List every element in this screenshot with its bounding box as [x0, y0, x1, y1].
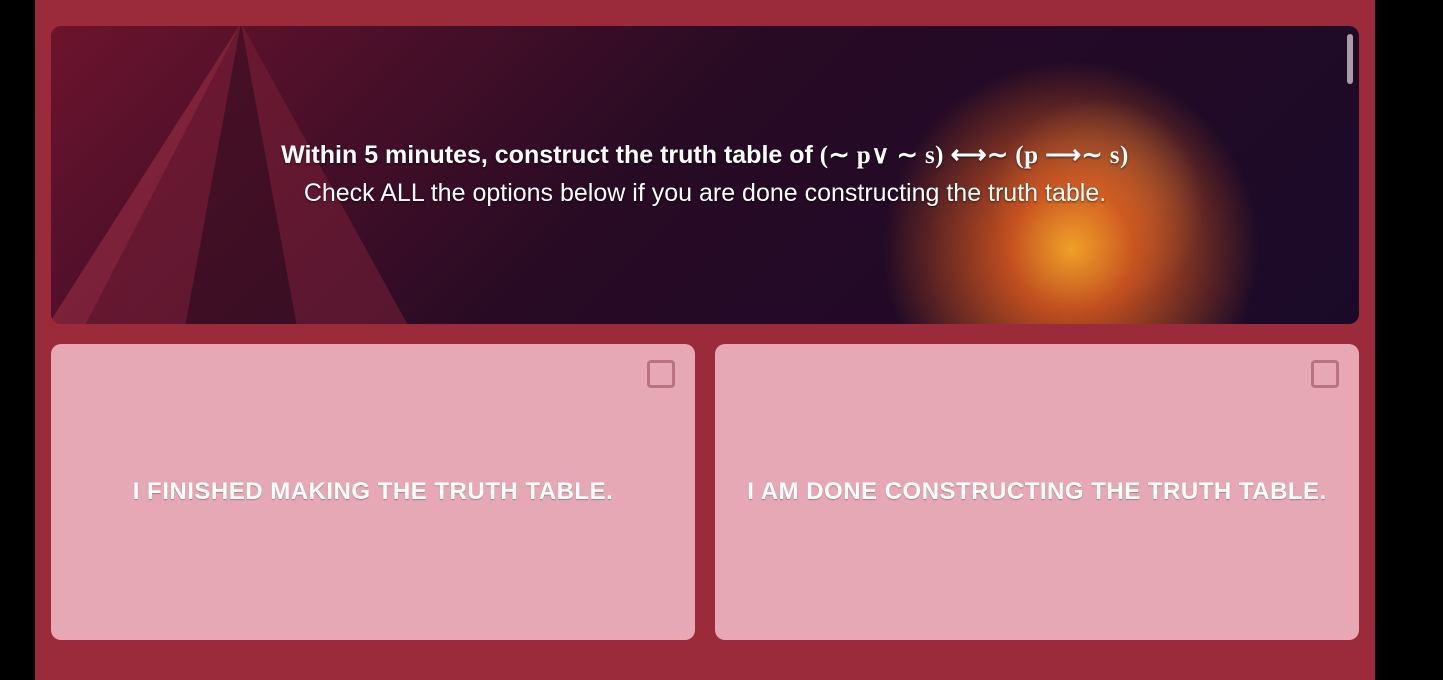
scroll-indicator[interactable]	[1347, 34, 1353, 84]
question-panel: Within 5 minutes, construct the truth ta…	[51, 26, 1359, 324]
options-row: I FINISHED MAKING THE TRUTH TABLE. I AM …	[51, 344, 1359, 640]
option-label-1: I FINISHED MAKING THE TRUTH TABLE.	[133, 478, 614, 506]
option-card-2[interactable]: I AM DONE CONSTRUCTING THE TRUTH TABLE.	[715, 344, 1359, 640]
option-card-1[interactable]: I FINISHED MAKING THE TRUTH TABLE.	[51, 344, 695, 640]
app-frame: Within 5 minutes, construct the truth ta…	[35, 0, 1375, 680]
question-line-1: Within 5 minutes, construct the truth ta…	[281, 139, 1129, 173]
tent-illustration	[51, 26, 451, 324]
option-label-2: I AM DONE CONSTRUCTING THE TRUTH TABLE.	[747, 478, 1326, 506]
option-checkbox-2[interactable]	[1311, 360, 1339, 388]
option-checkbox-1[interactable]	[647, 360, 675, 388]
question-formula: (∼ p∨ ∼ s) ⟷∼ (p ⟶∼ s)	[820, 142, 1129, 169]
question-line-2: Check ALL the options below if you are d…	[304, 177, 1106, 211]
question-prefix: Within 5 minutes, construct the truth ta…	[281, 141, 820, 169]
screen: Within 5 minutes, construct the truth ta…	[0, 0, 1443, 680]
